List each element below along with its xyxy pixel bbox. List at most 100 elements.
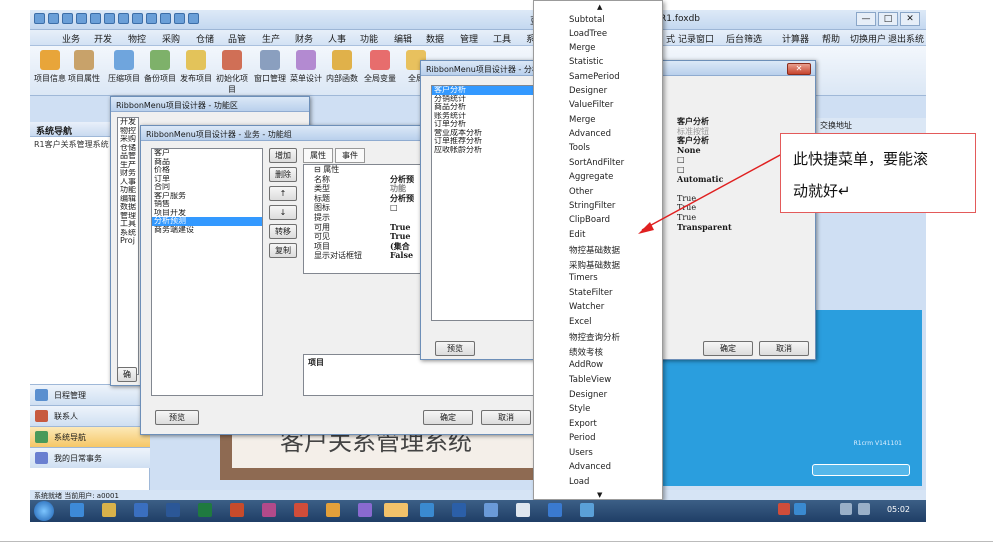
tool-icon[interactable] (262, 503, 276, 517)
menu-option[interactable]: 绩效考核 (569, 346, 603, 358)
analysis-list[interactable]: 客户分析 分销统计 商品分析 账务统计 订单分析 营业成本分析 订单推荐分析 应… (431, 85, 535, 321)
cut-icon[interactable] (76, 13, 87, 24)
list-item[interactable]: 账务统计 (432, 112, 534, 121)
new-icon[interactable] (48, 13, 59, 24)
redo-icon[interactable] (174, 13, 185, 24)
list-item[interactable]: 合同 (152, 183, 262, 192)
copy-button[interactable]: 复制 (269, 243, 297, 258)
tab-events[interactable]: 事件 (335, 148, 365, 163)
menu-item[interactable]: 管理 (460, 32, 478, 45)
list-item[interactable]: 仓储 (118, 144, 138, 153)
exchange-address-label[interactable]: 交换地址 (820, 120, 852, 131)
menu-option[interactable]: Export (569, 419, 597, 429)
functional-ok-button[interactable]: 确 (117, 367, 137, 382)
menu-option[interactable]: SortAndFilter (569, 158, 624, 168)
menu-option[interactable]: Merge (569, 115, 596, 125)
pdf-icon[interactable] (294, 503, 308, 517)
transfer-button[interactable]: 转移 (269, 224, 297, 239)
tab-properties[interactable]: 属性 (303, 148, 333, 163)
word-icon[interactable] (166, 503, 180, 517)
ribbon-button[interactable]: 内部函数 (324, 50, 360, 84)
menu-option[interactable]: Designer (569, 390, 607, 400)
menu-item[interactable]: 业务 (62, 32, 80, 45)
menu-option[interactable]: Excel (569, 317, 592, 327)
scroll-up-icon[interactable]: ▲ (597, 3, 602, 11)
menu-option[interactable]: TableView (569, 375, 611, 385)
menu-option[interactable]: AddRow (569, 360, 603, 370)
copy-icon[interactable] (90, 13, 101, 24)
ribbon-button[interactable]: 发布项目 (178, 50, 214, 84)
scroll-down-icon[interactable]: ▼ (597, 491, 602, 499)
list-item[interactable]: 物控 (118, 127, 138, 136)
list-item[interactable]: 功能 (118, 186, 138, 195)
list-item[interactable]: 管理 (118, 212, 138, 221)
cancel-button[interactable]: 取消 (481, 410, 531, 425)
app8-icon[interactable] (580, 503, 594, 517)
close-button[interactable]: ✕ (900, 12, 920, 26)
menu-option[interactable]: Merge (569, 43, 596, 53)
list-item[interactable]: 订单推荐分析 (432, 137, 534, 146)
save-icon[interactable] (146, 13, 157, 24)
maximize-button[interactable]: □ (878, 12, 898, 26)
group-list[interactable]: 客户 商品 价格 订单 合同 客户服务 销售 项目开发 分析预测 商务端建设 (151, 148, 263, 396)
list-item[interactable]: 工具 (118, 220, 138, 229)
list-item[interactable]: 销售 (152, 200, 262, 209)
ok-button[interactable]: 确定 (703, 341, 753, 356)
menu-option[interactable]: Subtotal (569, 15, 605, 25)
menu-option[interactable]: 采购基础数据 (569, 259, 620, 271)
list-item[interactable]: 客户 (152, 149, 262, 158)
ribbon-button[interactable]: 项目属性 (66, 50, 102, 84)
menu-option[interactable]: ValueFilter (569, 100, 613, 110)
list-item[interactable]: 生产 (118, 161, 138, 170)
menu-option[interactable]: Statistic (569, 57, 603, 67)
menu-option[interactable]: Style (569, 404, 590, 414)
menu-option[interactable]: Watcher (569, 302, 604, 312)
menu-option[interactable]: Advanced (569, 129, 611, 139)
list-item[interactable]: 品管 (118, 152, 138, 161)
app5-icon[interactable] (484, 503, 498, 517)
app7-icon[interactable] (548, 503, 562, 517)
app-logo-icon[interactable] (34, 13, 45, 24)
app3-icon[interactable] (420, 503, 434, 517)
nav-item-daily[interactable]: 我的日常事务 (30, 447, 150, 468)
preview-button[interactable]: 预览 (155, 410, 199, 425)
list-item[interactable]: 系统 (118, 229, 138, 238)
nav-item-contacts[interactable]: 联系人 (30, 405, 150, 426)
menu-option[interactable]: SamePeriod (569, 72, 620, 82)
menu-option[interactable]: Period (569, 433, 596, 443)
tray-help-icon[interactable] (794, 503, 806, 515)
ribbon-button[interactable]: 初始化项目 (214, 50, 250, 95)
menu-option[interactable]: Designer (569, 86, 607, 96)
menu-option[interactable]: Aggregate (569, 172, 613, 182)
active-app-icon[interactable] (384, 503, 408, 517)
list-item[interactable]: 人事 (118, 178, 138, 187)
menu-right-item[interactable]: 切换用户 (850, 32, 886, 45)
ribbon-button[interactable]: 窗口管理 (252, 50, 288, 84)
menu-option[interactable]: Edit (569, 230, 585, 240)
delete-button[interactable]: 删除 (269, 167, 297, 182)
volume-icon[interactable] (840, 503, 852, 515)
app4-icon[interactable] (452, 503, 466, 517)
tray-icon[interactable] (778, 503, 790, 515)
menu-item[interactable]: 品管 (228, 32, 246, 45)
cancel-button[interactable]: 取消 (759, 341, 809, 356)
menu-item[interactable]: 编辑 (394, 32, 412, 45)
list-item[interactable]: 采购 (118, 135, 138, 144)
paste-icon[interactable] (104, 13, 115, 24)
clock[interactable]: 05:02 (887, 505, 910, 514)
menu-item[interactable]: 开发 (94, 32, 112, 45)
app-icon[interactable] (134, 503, 148, 517)
list-item[interactable]: Proj (118, 237, 138, 246)
list-item[interactable]: 营业成本分析 (432, 129, 534, 138)
list-item[interactable]: 分销统计 (432, 95, 534, 104)
list-item[interactable]: 数据 (118, 203, 138, 212)
menu-item[interactable]: 功能 (360, 32, 378, 45)
close-icon[interactable]: ✕ (787, 63, 811, 75)
ie-icon[interactable] (70, 503, 84, 517)
menu-option[interactable]: Timers (569, 273, 598, 283)
menu-item[interactable]: 物控 (128, 32, 146, 45)
menu-option[interactable]: Advanced (569, 462, 611, 472)
list-item[interactable]: 项目开发 (152, 209, 262, 218)
menu-right-item[interactable]: 式 (666, 32, 675, 45)
print-icon[interactable] (118, 13, 129, 24)
